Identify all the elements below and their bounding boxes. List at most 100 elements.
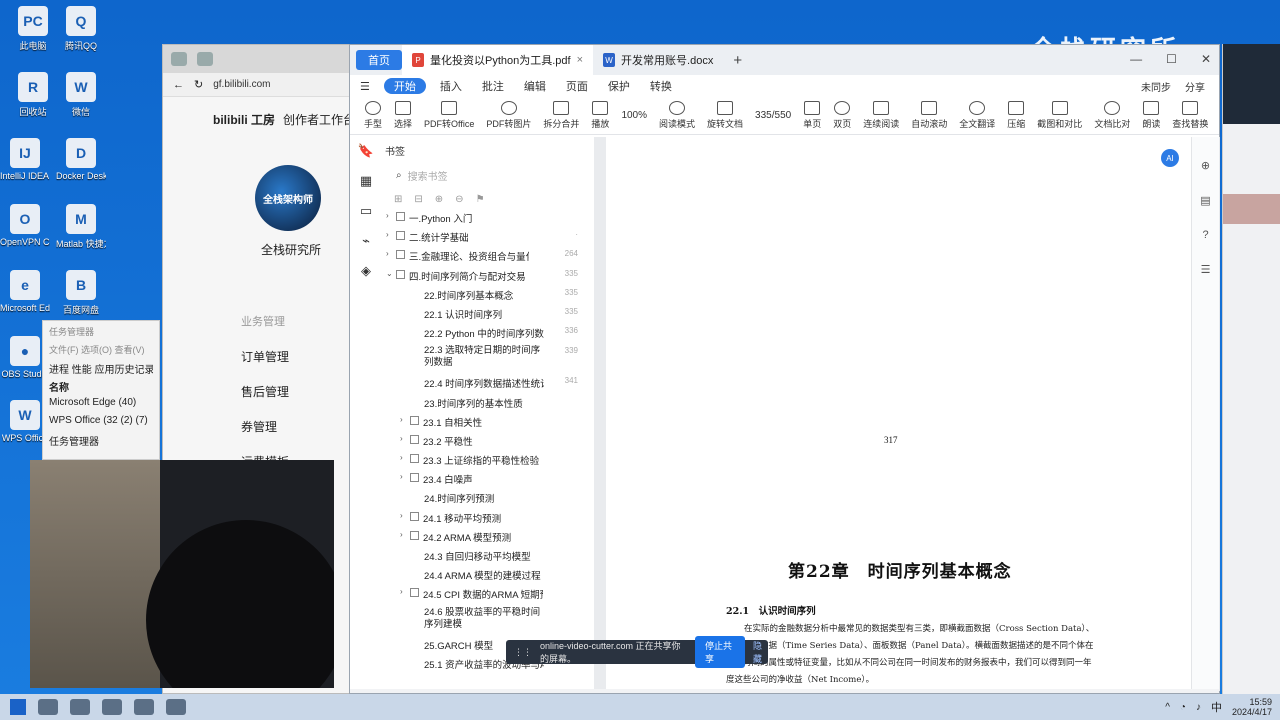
expand-arrow-icon[interactable]: › xyxy=(400,511,410,520)
page-indicator[interactable]: 335/550 xyxy=(755,110,791,121)
desktop-icon[interactable]: M Matlab 快捷方式 xyxy=(56,204,106,250)
start-windows-icon[interactable] xyxy=(10,699,26,715)
wechat-taskbar-icon[interactable] xyxy=(102,699,122,715)
delete-bookmark-icon[interactable]: ⊖ xyxy=(455,194,463,205)
expand-arrow-icon[interactable]: › xyxy=(386,230,396,239)
explorer-taskbar-icon[interactable] xyxy=(134,699,154,715)
tab-word-document[interactable]: W 开发常用账号.docx xyxy=(593,45,723,75)
desktop-icon[interactable]: IJ IntelliJ IDEA 2024.3.4 xyxy=(0,138,50,181)
ribbon-button[interactable]: 拆分合并 xyxy=(543,101,579,130)
bookmark-item[interactable]: › 二.统计学基础 · xyxy=(380,230,580,249)
menu-insert[interactable]: 插入 xyxy=(430,78,472,94)
tab-pdf-document[interactable]: P 量化投资以Python为工具.pdf × xyxy=(402,45,594,75)
bookmark-item[interactable]: 24.时间序列预测 xyxy=(380,491,580,510)
input-method-indicator[interactable]: 中 xyxy=(1211,699,1222,715)
desktop-icon[interactable]: W 微信 xyxy=(56,72,106,118)
ribbon-button[interactable]: 自动滚动 xyxy=(911,101,947,130)
taskmgr-row[interactable]: 任务管理器 xyxy=(49,433,153,451)
bookmark-item[interactable]: › 23.2 平稳性 xyxy=(380,434,580,453)
share-button[interactable]: 分享 xyxy=(1185,79,1205,94)
ribbon-button[interactable]: 连续阅读 xyxy=(863,101,899,130)
ai-assistant-icon[interactable]: AI xyxy=(1161,149,1179,167)
expand-arrow-icon[interactable]: ⌄ xyxy=(386,269,396,278)
expand-arrow-icon[interactable]: › xyxy=(400,434,410,443)
menu-protect[interactable]: 保护 xyxy=(598,78,640,94)
stop-sharing-button[interactable]: 停止共享 xyxy=(695,636,745,668)
maximize-icon[interactable]: ☐ xyxy=(1166,52,1177,66)
bookmark-item[interactable]: ⌄ 四.时间序列简介与配对交易 335 xyxy=(380,269,580,288)
new-tab-icon[interactable]: + xyxy=(733,52,742,69)
desktop-icon[interactable]: PC 此电脑 xyxy=(8,6,58,52)
ribbon-button[interactable]: PDF转Office xyxy=(424,101,474,130)
avatar[interactable]: 全栈架构师 xyxy=(255,165,321,231)
taskmgr-menu[interactable]: 文件(F) 选项(O) 查看(V) xyxy=(49,343,153,361)
ribbon-button[interactable]: 单页 xyxy=(803,101,821,130)
share-grip-icon[interactable]: ⋮⋮ xyxy=(514,647,532,658)
task-view-icon[interactable] xyxy=(38,699,58,715)
browser-urlbar[interactable]: ← ↻ gf.bilibili.com xyxy=(163,73,361,97)
bookmark-panel-icon[interactable]: 🔖 xyxy=(358,143,374,159)
clock[interactable]: 15:59 2024/4/17 xyxy=(1232,697,1272,717)
desktop-icon[interactable]: D Docker Desktop xyxy=(56,138,106,181)
bookmark-item[interactable]: › 三.金融理论、投资组合与量化选股 264 xyxy=(380,249,580,268)
bookmark-item[interactable]: 24.4 ARMA 模型的建模过程 xyxy=(380,568,580,587)
menu-edit[interactable]: 编辑 xyxy=(514,78,556,94)
attachment-icon[interactable]: ⌁ xyxy=(362,233,370,249)
desktop-icon[interactable]: Q 腾讯QQ xyxy=(56,6,106,52)
browser-tab-icon[interactable] xyxy=(197,52,213,66)
menu-convert[interactable]: 转换 xyxy=(640,78,682,94)
expand-arrow-icon[interactable]: › xyxy=(400,587,410,596)
desktop-icon[interactable]: e Microsoft Edge xyxy=(0,270,50,313)
zoom-level[interactable]: 100% xyxy=(621,110,647,121)
layers-icon[interactable]: ◈ xyxy=(361,263,371,279)
bookmark-item[interactable]: 24.6 股票收益率的平稳时间序列建模 xyxy=(380,607,580,638)
menu-page[interactable]: 页面 xyxy=(556,78,598,94)
menu-item-aftersale[interactable]: 售后管理 xyxy=(241,383,289,418)
bili-logo[interactable]: bilibili 工房 xyxy=(213,111,275,128)
bookmark-item[interactable]: › 一.Python 入门 xyxy=(380,211,580,230)
tray-expand-icon[interactable]: ^ xyxy=(1165,702,1170,713)
bookmark-item[interactable]: 22.2 Python 中的时间序列数据 336 xyxy=(380,326,580,345)
volume-icon[interactable]: ♪ xyxy=(1196,702,1201,713)
ribbon-button[interactable]: 文档比对 xyxy=(1094,101,1130,130)
browser-profile-icon[interactable] xyxy=(171,52,187,66)
collapse-all-icon[interactable]: ⊟ xyxy=(414,194,422,205)
help-icon[interactable]: ? xyxy=(1202,229,1208,241)
close-icon[interactable]: ✕ xyxy=(1201,52,1211,66)
expand-arrow-icon[interactable]: › xyxy=(386,249,396,258)
menu-start[interactable]: 开始 xyxy=(383,78,426,94)
settings-sliders-icon[interactable]: ☰ xyxy=(1201,263,1211,276)
ribbon-button[interactable]: 旋转文档 xyxy=(707,101,743,130)
ribbon-button[interactable]: 双页 xyxy=(833,101,851,130)
desktop-icon[interactable]: B 百度网盘 xyxy=(56,270,106,316)
comment-icon[interactable]: ▭ xyxy=(360,203,372,219)
ribbon-button[interactable]: 截图和对比 xyxy=(1037,101,1082,130)
ribbon-button[interactable]: 播放 xyxy=(591,101,609,130)
taskmgr-column-name[interactable]: 名称 xyxy=(49,379,153,397)
bookmark-item[interactable]: › 23.3 上证综指的平稳性检验 xyxy=(380,453,580,472)
bookmark-item[interactable]: › 23.1 自相关性 xyxy=(380,415,580,434)
taskmgr-row[interactable]: WPS Office (32 (2) (7) xyxy=(49,415,153,433)
bookmark-item[interactable]: 23.时间序列的基本性质 xyxy=(380,396,580,415)
bookmark-item[interactable]: › 24.2 ARMA 模型预测 xyxy=(380,530,580,549)
back-arrow-icon[interactable]: ← xyxy=(173,79,184,91)
expand-arrow-icon[interactable]: › xyxy=(400,530,410,539)
menu-file-icon[interactable]: ☰ xyxy=(350,80,380,93)
bookmark-item[interactable]: 22.4 时间序列数据描述性统计 341 xyxy=(380,376,580,395)
bookmark-search[interactable]: ⌕ 搜索书签 xyxy=(380,163,580,187)
minimize-icon[interactable]: — xyxy=(1130,52,1142,66)
menu-annotate[interactable]: 批注 xyxy=(472,78,514,94)
edge-taskbar-icon[interactable] xyxy=(70,699,90,715)
expand-arrow-icon[interactable]: › xyxy=(400,472,410,481)
sync-status[interactable]: 未同步 xyxy=(1141,79,1171,94)
tab-home[interactable]: 首页 xyxy=(356,50,402,70)
taskmgr-row[interactable]: Microsoft Edge (40) xyxy=(49,397,153,415)
desktop-icon[interactable]: O OpenVPN Connect xyxy=(0,204,50,247)
bookmark-item[interactable]: › 24.1 移动平均预测 xyxy=(380,511,580,530)
expand-arrow-icon[interactable]: › xyxy=(386,211,396,220)
bookmark-item[interactable]: › 24.5 CPI 数据的ARMA 短期预测 xyxy=(380,587,580,606)
ribbon-button[interactable]: 查找替换 xyxy=(1172,101,1208,130)
bookmark-item[interactable]: 24.3 自回归移动平均模型 xyxy=(380,549,580,568)
expand-all-icon[interactable]: ⊞ xyxy=(394,194,402,205)
add-bookmark-icon[interactable]: ⊕ xyxy=(435,194,443,205)
